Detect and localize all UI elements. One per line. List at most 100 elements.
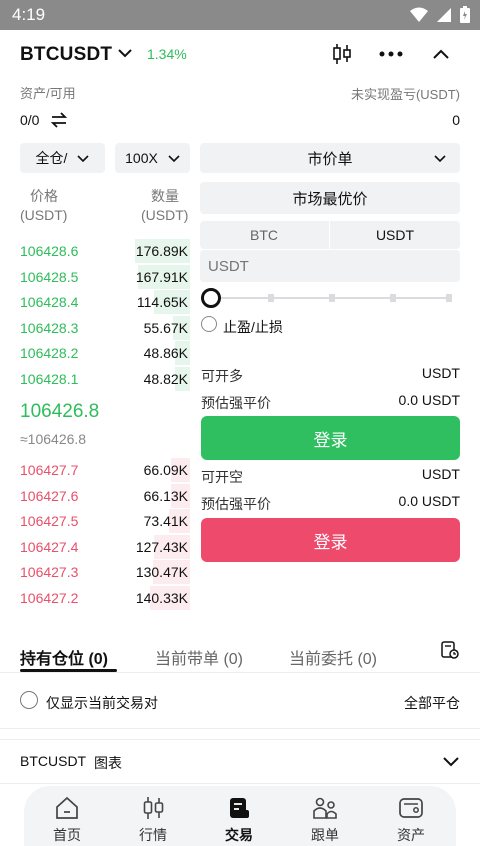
tab-copy-orders[interactable]: 当前带单 (0) <box>155 645 243 669</box>
candlestick-icon <box>143 797 164 819</box>
margin-mode-select[interactable]: 全仓/ <box>20 143 105 173</box>
ask-row[interactable]: 106427.7 66.09K <box>20 458 190 482</box>
row-quantity: 130.47K <box>135 564 188 580</box>
qty-unit: (USDT) <box>141 207 189 223</box>
battery-icon <box>460 6 470 23</box>
price-unit: (USDT) <box>20 207 68 223</box>
more-icon[interactable] <box>377 46 405 62</box>
leverage-select[interactable]: 100X <box>115 143 190 173</box>
ask-row[interactable]: 106427.4 127.43K <box>20 534 190 559</box>
row-price: 106427.7 <box>20 462 79 478</box>
long-liq-label: 预估强平价 <box>201 395 271 411</box>
nav-markets[interactable]: 行情 <box>123 786 183 846</box>
open-short-login-button[interactable]: 登录 <box>201 518 460 562</box>
wifi-icon <box>410 7 428 22</box>
row-price: 106428.5 <box>20 268 79 285</box>
unit-tab-usdt[interactable]: USDT <box>330 221 460 249</box>
divider <box>0 728 480 729</box>
bottom-nav: 首页 行情 交易 跟单 资产 <box>24 786 456 846</box>
assets-label: 资产/可用 <box>20 86 76 101</box>
nav-trade-label: 交易 <box>225 827 253 843</box>
order-type-label: 市价单 <box>307 150 353 168</box>
nav-assets[interactable]: 资产 <box>381 786 441 846</box>
long-available-label: 可开多 <box>201 368 243 384</box>
chevron-down-icon <box>168 155 180 163</box>
transfer-icon[interactable] <box>50 111 68 129</box>
pnl-value: 0 <box>452 112 460 128</box>
close-all-button[interactable]: 全部平仓 <box>404 693 460 713</box>
slider-tick <box>329 294 335 302</box>
slider-tick <box>390 294 396 302</box>
pair-title[interactable]: BTCUSDT <box>20 44 112 66</box>
ask-row[interactable]: 106427.3 130.47K <box>20 560 190 584</box>
row-quantity: 48.82K <box>143 370 188 387</box>
row-quantity: 114.65K <box>136 294 188 310</box>
chevron-down-icon[interactable] <box>116 44 134 62</box>
bid-row[interactable]: 106428.1 48.82K <box>20 366 190 391</box>
row-quantity: 55.67K <box>143 319 188 336</box>
bid-row[interactable]: 106428.2 48.86K <box>20 341 190 365</box>
row-price: 106428.4 <box>20 294 79 310</box>
slider-tick <box>268 294 274 302</box>
candlestick-icon[interactable] <box>330 42 354 66</box>
row-quantity: 176.89K <box>135 243 188 259</box>
long-available-value: USDT <box>421 365 460 381</box>
short-available-label: 可开空 <box>201 469 243 485</box>
row-price: 106428.3 <box>20 319 79 336</box>
tpsl-checkbox[interactable] <box>201 316 217 332</box>
nav-trade[interactable]: 交易 <box>209 786 269 846</box>
price-mode-label: 市场最优价 <box>292 190 368 208</box>
order-type-select[interactable]: 市价单 <box>200 143 460 173</box>
leverage-label: 100X <box>125 150 158 166</box>
row-quantity: 48.86K <box>143 345 188 361</box>
row-price: 106428.6 <box>20 243 79 259</box>
ask-row[interactable]: 106427.6 66.13K <box>20 483 190 508</box>
row-quantity: 73.41K <box>143 513 188 529</box>
chevron-down-icon[interactable] <box>442 754 460 768</box>
tab-open-orders[interactable]: 当前委托 (0) <box>289 645 377 669</box>
bid-row[interactable]: 106428.3 55.67K <box>20 315 190 340</box>
amount-input[interactable] <box>208 251 448 281</box>
pnl-label: 未实现盈亏(USDT) <box>350 87 460 102</box>
slider-handle[interactable] <box>201 288 221 308</box>
row-price: 106427.5 <box>20 513 79 529</box>
nav-home[interactable]: 首页 <box>37 786 97 846</box>
current-pair-filter-checkbox[interactable] <box>20 691 38 709</box>
short-liq-label: 预估强平价 <box>201 496 271 512</box>
copy-trade-icon <box>313 797 337 819</box>
bid-row[interactable]: 106428.6 176.89K <box>20 239 190 263</box>
bid-row[interactable]: 106428.4 114.65K <box>20 290 190 314</box>
tpsl-label: 止盈/止损 <box>223 319 283 335</box>
ask-row[interactable]: 106427.5 73.41K <box>20 509 190 533</box>
row-price: 106427.3 <box>20 564 79 580</box>
open-long-login-button[interactable]: 登录 <box>201 416 460 460</box>
current-pair-filter-label: 仅显示当前交易对 <box>46 695 158 711</box>
trade-icon <box>230 798 249 818</box>
tab-positions[interactable]: 持有仓位 (0) <box>20 645 108 669</box>
home-icon <box>56 796 78 819</box>
status-bar: 4:19 <box>0 0 480 30</box>
nav-markets-label: 行情 <box>139 827 167 843</box>
nav-copy-trading-label: 跟单 <box>311 827 339 843</box>
margin-mode-label: 全仓/ <box>35 150 68 166</box>
row-price: 106428.1 <box>20 370 79 387</box>
nav-copy-trading[interactable]: 跟单 <box>295 786 355 846</box>
row-quantity: 167.91K <box>135 268 188 285</box>
row-quantity: 66.13K <box>143 487 188 504</box>
row-quantity: 140.33K <box>135 589 188 606</box>
row-quantity: 66.09K <box>143 462 188 478</box>
unit-tab-btc[interactable]: BTC <box>200 221 328 249</box>
price-mode-field[interactable]: 市场最优价 <box>200 182 460 214</box>
row-price: 106427.6 <box>20 487 79 504</box>
order-history-icon[interactable] <box>440 640 460 660</box>
slider-tick <box>446 294 452 302</box>
status-icons <box>410 6 470 23</box>
signal-icon <box>437 7 451 22</box>
chevron-up-icon[interactable] <box>432 46 450 62</box>
bid-row[interactable]: 106428.5 167.91K <box>20 264 190 289</box>
ask-row[interactable]: 106427.2 140.33K <box>20 585 190 610</box>
divider <box>0 672 480 673</box>
last-price: 106426.8 <box>20 401 100 422</box>
wallet-icon <box>399 798 423 818</box>
price-header: 价格 <box>30 188 58 204</box>
